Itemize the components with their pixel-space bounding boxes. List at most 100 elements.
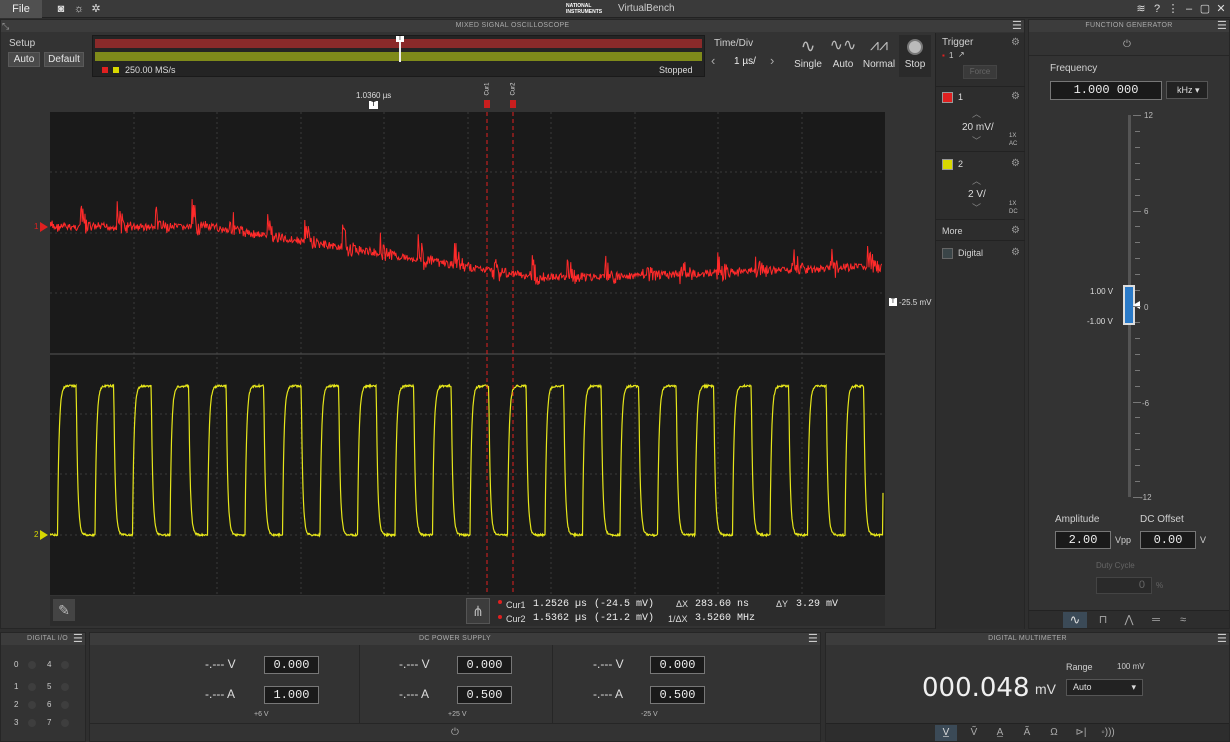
waveform-display[interactable] (50, 112, 885, 595)
continuity-icon[interactable]: ◦))) (1097, 725, 1119, 741)
psu-menu-icon[interactable]: ☰ (808, 633, 818, 645)
psu2-voltage-input[interactable]: 0.000 (457, 656, 512, 674)
ch1-enable-toggle[interactable] (942, 92, 953, 103)
settings-icon[interactable]: ☼ (72, 2, 86, 16)
slider-tick (1135, 417, 1140, 419)
ac-current-icon[interactable]: Ã (1016, 725, 1038, 741)
camera-icon[interactable]: ◙ (54, 2, 68, 16)
ch2-scale[interactable]: 2 V/ (968, 189, 986, 200)
pin-4-label: 4 (47, 660, 52, 669)
range-select[interactable]: Auto ▾ (1066, 679, 1143, 696)
dc-offset-label: DC Offset (1140, 514, 1184, 525)
dc-wave-icon[interactable]: ═ (1143, 612, 1169, 628)
auto-mode-button[interactable]: ∿∿ Auto (826, 35, 860, 77)
ch1-scale-up[interactable]: ︿ (972, 107, 981, 120)
ch2-scale-up[interactable]: ︿ (972, 174, 981, 187)
fgen-menu-icon[interactable]: ☰ (1217, 20, 1227, 32)
range-select-value: Auto (1073, 682, 1092, 692)
psu3-voltage-input[interactable]: 0.000 (650, 656, 705, 674)
trigger-level-marker[interactable]: T (889, 298, 897, 306)
cursor2-tag[interactable]: Cur2 (511, 82, 517, 95)
resistance-icon[interactable]: Ω (1043, 725, 1065, 741)
normal-mode-button[interactable]: ⩘⩘ Normal (860, 35, 898, 77)
timediv-decrease[interactable]: ‹ (711, 53, 725, 71)
sine-wave-icon[interactable]: ∿ (1063, 612, 1087, 628)
trigger-position-marker[interactable]: T (369, 101, 378, 109)
frequency-input[interactable]: 1.000 000 (1050, 81, 1162, 100)
waveform-overview[interactable]: T 250.00 MS/s Stopped (92, 35, 705, 77)
maximize-button[interactable]: ▢ (1198, 2, 1212, 16)
frequency-label: Frequency (1050, 63, 1098, 74)
help-button[interactable]: ? (1150, 2, 1164, 16)
square-wave-icon[interactable]: ⊓ (1091, 612, 1115, 628)
diode-icon[interactable]: ⊳| (1070, 725, 1092, 741)
dmm-menu-icon[interactable]: ☰ (1217, 633, 1227, 645)
osc-menu-icon[interactable]: ☰ (1012, 20, 1022, 32)
noise-wave-icon[interactable]: ≈ (1171, 612, 1195, 628)
psu2-current-input[interactable]: 0.500 (457, 686, 512, 704)
auto-setup-button[interactable]: Auto (8, 52, 40, 67)
fgen-power-icon[interactable]: ⏻ (1123, 39, 1131, 50)
scale-label-neg6: -6 (1142, 399, 1150, 408)
psu3-voltage-reading: -.--- V (593, 657, 624, 671)
acquisition-status: Stopped (659, 65, 693, 75)
app-title: VirtualBench (618, 3, 675, 14)
ch2-offset-marker[interactable] (40, 530, 48, 540)
cursor1-marker[interactable] (484, 100, 490, 108)
inv-dx-value: 3.5260 MHz (695, 613, 756, 624)
force-trigger-button[interactable]: Force (963, 65, 997, 79)
ch1-scale[interactable]: 20 mV/ (962, 122, 994, 133)
duty-cycle-input[interactable]: 0 (1096, 577, 1152, 594)
amplitude-unit: Vpp (1115, 535, 1132, 545)
expand-icon[interactable]: ⤡ (2, 21, 16, 31)
default-setup-button[interactable]: Default (44, 52, 84, 67)
dc-voltage-icon[interactable]: V̲ (935, 725, 957, 741)
measure-ruler-icon[interactable]: ✎ (53, 599, 75, 621)
ch1-settings-icon[interactable]: ⚙ (1011, 91, 1020, 102)
stop-mode-button[interactable]: Stop (899, 35, 931, 77)
timediv-increase[interactable]: › (770, 53, 784, 71)
psu1-current-input[interactable]: 1.000 (264, 686, 319, 704)
timediv-value[interactable]: 1 µs/ (734, 56, 756, 67)
more-settings-icon[interactable]: ⚙ (1011, 225, 1020, 236)
cursor2-marker[interactable] (510, 100, 516, 108)
digital-enable-toggle[interactable] (942, 248, 953, 259)
triangle-wave-icon[interactable]: ⋀ (1117, 612, 1141, 628)
slider-tick (1133, 210, 1141, 212)
amplitude-input[interactable]: 2.00 (1055, 531, 1111, 549)
psu1-voltage-input[interactable]: 0.000 (264, 656, 319, 674)
dc-offset-unit: V (1200, 535, 1207, 545)
dio-menu-icon[interactable]: ☰ (73, 633, 83, 645)
connect-icon[interactable]: ✲ (89, 2, 103, 16)
ac-voltage-icon[interactable]: Ṽ (963, 725, 985, 741)
psu3-current-input[interactable]: 0.500 (650, 686, 705, 704)
digital-label: Digital (958, 248, 984, 258)
minimize-button[interactable]: – (1182, 2, 1196, 16)
low-level-label: -1.00 V (1087, 317, 1113, 326)
psu-power-icon[interactable]: ⏻ (451, 727, 459, 738)
slider-tick (1133, 497, 1141, 498)
ch1-offset-marker[interactable] (40, 222, 48, 232)
frequency-unit-select[interactable]: kHz ▾ (1166, 81, 1208, 99)
file-menu[interactable]: File (0, 0, 42, 18)
cur1-time: 1.2526 µs (533, 599, 588, 610)
ch2-scale-down[interactable]: ﹀ (972, 201, 981, 214)
cursor1-tag[interactable]: Cur1 (485, 82, 491, 95)
pin-6-led (61, 701, 69, 709)
digital-settings-icon[interactable]: ⚙ (1011, 247, 1020, 258)
overflow-icon[interactable]: ⋮ (1166, 2, 1180, 16)
dc-current-icon[interactable]: A̲ (989, 725, 1011, 741)
cursor-mode-icon[interactable]: ⋔ (466, 598, 490, 624)
single-mode-button[interactable]: ∿ Single (790, 35, 826, 77)
trigger-settings-icon[interactable]: ⚙ (1011, 37, 1020, 48)
close-button[interactable]: ✕ (1214, 2, 1228, 16)
trigger-label: Trigger (942, 37, 974, 48)
ch1-scale-down[interactable]: ﹀ (972, 134, 981, 147)
ch2-settings-icon[interactable]: ⚙ (1011, 158, 1020, 169)
scale-label-0: 0 (1144, 303, 1149, 312)
pin-2-led (28, 701, 36, 709)
ch2-enable-toggle[interactable] (942, 159, 953, 170)
dc-offset-input[interactable]: 0.00 (1140, 531, 1196, 549)
more-label[interactable]: More (942, 226, 963, 236)
dmm-reading: 000.048 (922, 673, 1030, 703)
